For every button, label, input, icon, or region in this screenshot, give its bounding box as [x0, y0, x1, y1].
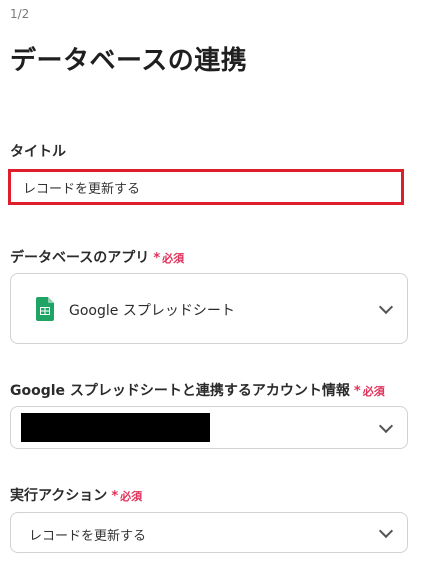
required-star: *: [353, 384, 361, 399]
selected-app-name: Google スプレッドシート: [69, 303, 235, 319]
title-label: タイトル: [10, 141, 66, 161]
title-input-highlight: [8, 169, 415, 205]
step-indicator: 1/2: [10, 7, 30, 21]
chevron-down-icon[interactable]: [378, 299, 394, 314]
redacted-account-value: [21, 413, 210, 442]
required-text: 必須: [120, 490, 143, 503]
action-label-text: 実行アクション: [10, 488, 108, 504]
title-label-text: タイトル: [10, 144, 66, 160]
account-select[interactable]: [10, 406, 408, 449]
required-star: *: [111, 489, 119, 504]
required-text: 必須: [162, 252, 185, 265]
app-label: データベースのアプリ * 必須: [10, 247, 184, 267]
chevron-down-icon[interactable]: [378, 523, 394, 538]
app-label-text: データベースのアプリ: [10, 250, 150, 266]
account-label-text: Google スプレッドシートと連携するアカウント情報: [10, 383, 350, 399]
action-select[interactable]: レコードを更新する: [10, 512, 408, 553]
action-select-value: レコードを更新する: [29, 529, 147, 544]
app-select[interactable]: Google スプレッドシート: [10, 273, 408, 344]
page-title: データベースの連携: [10, 46, 248, 76]
account-label: Google スプレッドシートと連携するアカウント情報 * 必須: [10, 380, 385, 400]
title-input[interactable]: [14, 174, 415, 200]
chevron-down-icon[interactable]: [378, 418, 394, 433]
required-star: *: [153, 251, 161, 266]
required-text: 必須: [362, 385, 385, 398]
google-sheets-icon: [36, 297, 54, 321]
action-label: 実行アクション * 必須: [10, 485, 142, 505]
